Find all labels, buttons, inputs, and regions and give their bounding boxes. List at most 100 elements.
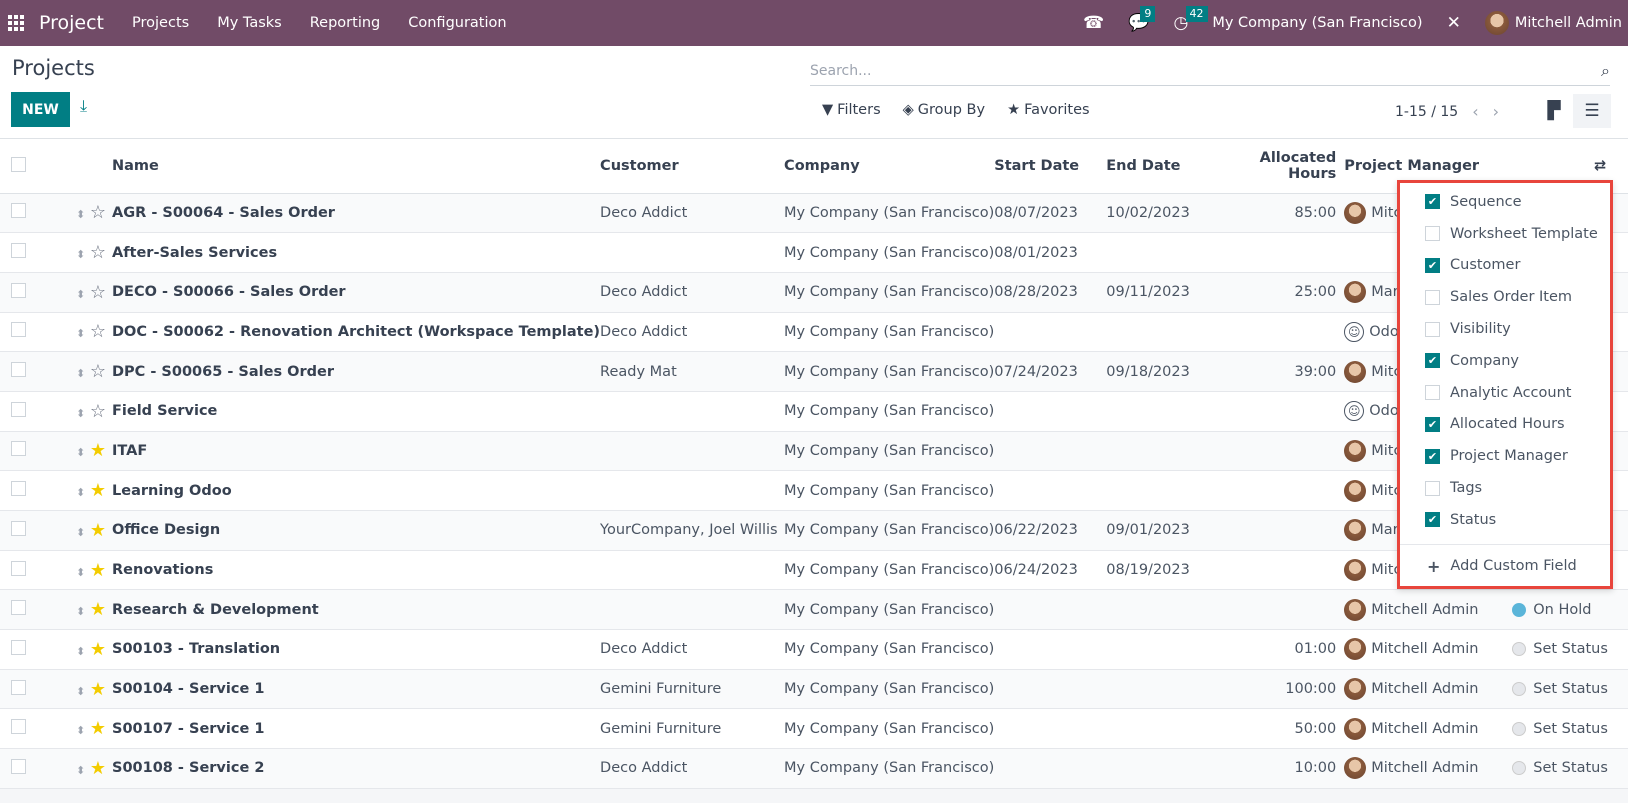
add-custom-field-button[interactable]: + Add Custom Field <box>1400 545 1610 588</box>
drag-handle-icon[interactable]: ⬍ <box>76 526 85 539</box>
project-name[interactable]: ITAF <box>112 431 601 472</box>
checkbox[interactable] <box>1425 385 1440 401</box>
favorite-star-icon[interactable]: ☆ <box>90 202 106 223</box>
select-all-checkbox[interactable] <box>11 156 26 172</box>
row-checkbox[interactable] <box>11 481 26 497</box>
project-name[interactable]: DOC - S00062 - Renovation Architect (Wor… <box>112 312 601 353</box>
table-row[interactable]: ⬍ ☆ Field Service My Company (San Francisc… <box>0 391 1628 432</box>
checkbox[interactable]: ✔ <box>1425 416 1440 432</box>
optional-columns-toggle-icon[interactable]: ⇄ <box>1594 158 1606 174</box>
company-switcher[interactable]: My Company (San Francisco) <box>1212 15 1422 31</box>
favorite-star-icon[interactable]: ★ <box>90 758 106 779</box>
project-name[interactable]: Research & Development <box>112 589 601 631</box>
favorite-star-icon[interactable]: ★ <box>90 679 106 700</box>
favorite-star-icon[interactable]: ★ <box>90 520 106 541</box>
table-row[interactable]: ⬍ ☆ DOC - S00062 - Renovation Architect (… <box>0 312 1628 353</box>
row-checkbox[interactable] <box>11 639 26 655</box>
drag-handle-icon[interactable]: ⬍ <box>76 605 85 618</box>
project-name[interactable]: Office Design <box>112 510 601 551</box>
row-checkbox[interactable] <box>11 679 26 695</box>
drag-handle-icon[interactable]: ⬍ <box>76 645 85 658</box>
project-name[interactable]: AGR - S00064 - Sales Order <box>112 193 601 234</box>
table-row[interactable]: ⬍ ☆ DPC - S00065 - Sales Order Ready Mat My… <box>0 351 1628 392</box>
header-start-date[interactable]: Start Date <box>994 140 1107 194</box>
favorite-star-icon[interactable]: ☆ <box>90 401 106 422</box>
project-name[interactable]: DPC - S00065 - Sales Order <box>112 351 601 392</box>
project-name[interactable]: S00108 - Service 2 <box>112 748 601 789</box>
kanban-view-icon[interactable]: ▛ <box>1535 94 1573 128</box>
row-checkbox[interactable] <box>11 758 26 774</box>
row-checkbox[interactable] <box>11 282 26 298</box>
column-option[interactable]: ✔ Allocated Hours <box>1400 409 1610 441</box>
favorite-star-icon[interactable]: ★ <box>90 560 106 581</box>
checkbox[interactable] <box>1425 289 1440 305</box>
favorite-star-icon[interactable]: ☆ <box>90 321 106 342</box>
drag-handle-icon[interactable]: ⬍ <box>76 248 85 261</box>
drag-handle-icon[interactable]: ⬍ <box>76 446 85 459</box>
row-checkbox[interactable] <box>11 362 26 378</box>
header-end-date[interactable]: End Date <box>1106 140 1225 194</box>
menu-configuration[interactable]: Configuration <box>408 15 506 31</box>
drag-handle-icon[interactable]: ⬍ <box>76 288 85 301</box>
phone-icon[interactable]: ☎ <box>1083 13 1104 33</box>
project-name[interactable]: Renovations <box>112 550 601 591</box>
filters-button[interactable]: ▼ Filters <box>822 102 881 118</box>
header-name[interactable]: Name <box>112 140 601 194</box>
column-option[interactable]: Sales Order Item <box>1400 281 1610 313</box>
table-row[interactable]: ⬍ ☆ DECO - S00066 - Sales Order Deco Addic… <box>0 272 1628 313</box>
debug-tools-icon[interactable]: ✕ <box>1447 13 1461 33</box>
checkbox[interactable]: ✔ <box>1425 448 1440 464</box>
project-name[interactable]: S00104 - Service 1 <box>112 669 601 710</box>
download-icon[interactable]: ⤓ <box>80 96 87 116</box>
table-row[interactable]: ⬍ ★ Research & Development My Company (San… <box>0 589 1628 631</box>
row-checkbox[interactable] <box>11 441 26 457</box>
row-checkbox[interactable] <box>11 719 26 735</box>
group-by-button[interactable]: ◈ Group By <box>903 102 985 118</box>
table-row[interactable]: ⬍ ☆ AGR - S00064 - Sales Order Deco Addict… <box>0 193 1628 234</box>
table-row[interactable]: ⬍ ★ S00103 - Translation Deco Addict My Com… <box>0 629 1628 670</box>
row-checkbox[interactable] <box>11 203 26 219</box>
favorite-star-icon[interactable]: ★ <box>90 639 106 660</box>
checkbox[interactable] <box>1425 321 1440 337</box>
checkbox[interactable] <box>1425 226 1440 242</box>
column-option[interactable]: ✔ Status <box>1400 504 1610 536</box>
project-name[interactable]: Field Service <box>112 391 601 432</box>
favorite-star-icon[interactable]: ★ <box>90 718 106 739</box>
drag-handle-icon[interactable]: ⬍ <box>76 486 85 499</box>
pager-value[interactable]: 1-15 / 15 <box>1395 104 1458 120</box>
column-option[interactable]: Worksheet Template <box>1400 218 1610 250</box>
row-checkbox[interactable] <box>11 322 26 338</box>
row-checkbox[interactable] <box>11 243 26 259</box>
drag-handle-icon[interactable]: ⬍ <box>76 685 85 698</box>
favorite-star-icon[interactable]: ☆ <box>90 361 106 382</box>
header-allocated-hours[interactable]: Allocated Hours <box>1224 140 1345 194</box>
checkbox[interactable]: ✔ <box>1425 257 1440 273</box>
table-row[interactable]: ⬍ ★ S00108 - Service 2 Deco Addict My Compa… <box>0 748 1628 789</box>
menu-my-tasks[interactable]: My Tasks <box>217 15 282 31</box>
row-checkbox[interactable] <box>11 560 26 576</box>
pager-previous-icon[interactable]: ‹ <box>1472 102 1478 121</box>
status-selector[interactable]: Set Status <box>1512 721 1628 737</box>
list-view-icon[interactable]: ☰ <box>1573 94 1611 128</box>
status-selector[interactable]: On Hold <box>1512 602 1628 618</box>
column-option[interactable]: ✔ Company <box>1400 345 1610 377</box>
column-option[interactable]: ✔ Project Manager <box>1400 440 1610 472</box>
new-button[interactable]: NEW <box>11 92 70 127</box>
menu-reporting[interactable]: Reporting <box>310 15 381 31</box>
project-name[interactable]: Learning Odoo <box>112 470 601 511</box>
header-company[interactable]: Company <box>784 140 995 194</box>
checkbox[interactable]: ✔ <box>1425 194 1440 210</box>
table-row[interactable]: ⬍ ★ Learning Odoo My Company (San Francisc… <box>0 470 1628 511</box>
status-selector[interactable]: Set Status <box>1512 760 1628 776</box>
table-row[interactable]: ⬍ ☆ After-Sales Services My Company (San F… <box>0 232 1628 273</box>
table-row[interactable]: ⬍ ★ Office Design YourCompany, Joel Willis… <box>0 510 1628 551</box>
header-customer[interactable]: Customer <box>600 140 785 194</box>
checkbox[interactable] <box>1425 480 1440 496</box>
row-checkbox[interactable] <box>11 600 26 616</box>
column-option[interactable]: Visibility <box>1400 313 1610 345</box>
checkbox[interactable]: ✔ <box>1425 353 1440 369</box>
user-avatar[interactable] <box>1484 11 1509 35</box>
drag-handle-icon[interactable]: ⬍ <box>76 327 85 340</box>
checkbox[interactable]: ✔ <box>1425 512 1440 528</box>
column-option[interactable]: ✔ Customer <box>1400 250 1610 282</box>
